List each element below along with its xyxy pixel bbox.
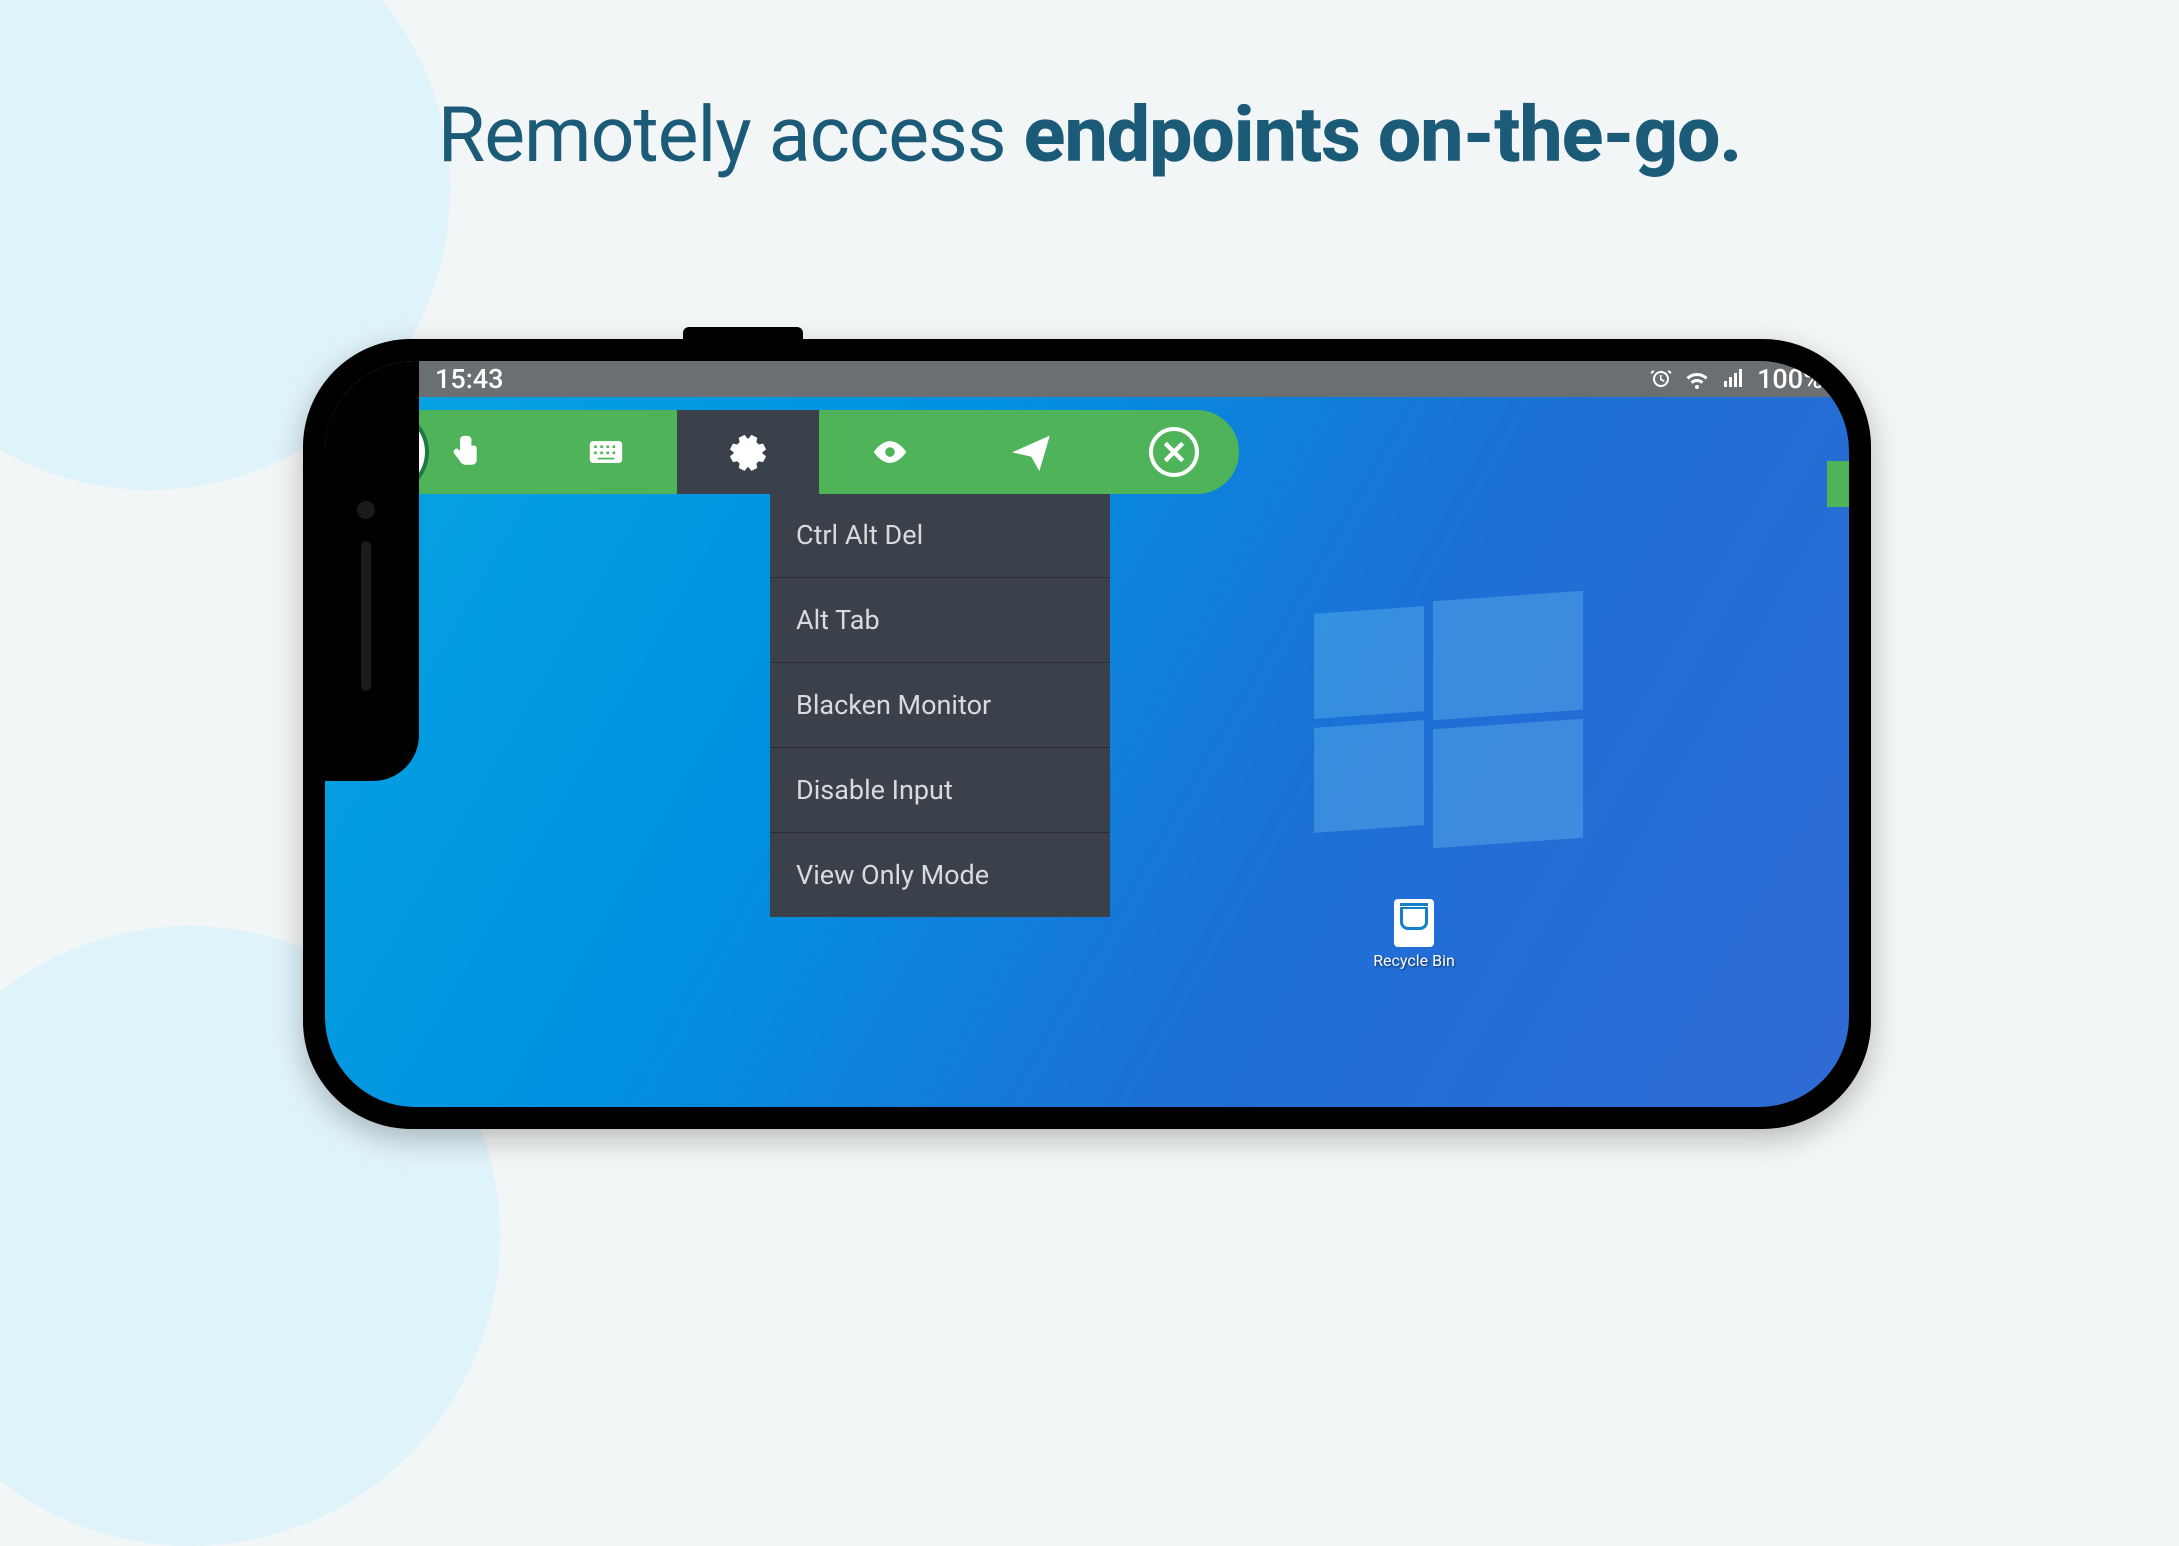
menu-blacken-monitor[interactable]: Blacken Monitor	[770, 662, 1110, 747]
remote-toolbar	[343, 409, 1239, 495]
wifi-icon	[1685, 367, 1709, 391]
gear-icon	[727, 431, 769, 473]
recycle-bin-icon	[1394, 899, 1434, 947]
headline-bold: endpoints on-the-go.	[1024, 90, 1742, 180]
settings-dropdown: Ctrl Alt Del Alt Tab Blacken Monitor Dis…	[770, 493, 1110, 917]
status-right: 100%	[1649, 363, 1823, 395]
toolbar-strip	[385, 410, 1239, 494]
android-status-bar: 15:43 100%	[325, 361, 1849, 397]
menu-disable-input[interactable]: Disable Input	[770, 747, 1110, 832]
notch-camera	[357, 501, 375, 519]
toolbar-view-button[interactable]	[819, 410, 961, 494]
menu-alt-tab[interactable]: Alt Tab	[770, 577, 1110, 662]
menu-view-only-mode[interactable]: View Only Mode	[770, 832, 1110, 917]
toolbar-close-button[interactable]	[1149, 427, 1199, 477]
phone-frame: 15:43 100%	[303, 339, 1871, 1129]
toolbar-send-button[interactable]	[961, 410, 1103, 494]
signal-icon	[1721, 367, 1745, 391]
phone-notch	[325, 361, 419, 781]
recycle-bin[interactable]: Recycle Bin	[1369, 899, 1459, 970]
toolbar-settings-button[interactable]	[677, 410, 819, 494]
status-battery: 100%	[1757, 363, 1823, 395]
keyboard-icon	[585, 431, 627, 473]
recycle-bin-label: Recycle Bin	[1369, 951, 1459, 970]
edge-user-tab[interactable]	[1827, 461, 1849, 507]
phone-body: 15:43 100%	[303, 339, 1871, 1129]
status-time: 15:43	[435, 363, 504, 395]
toolbar-keyboard-button[interactable]	[535, 410, 677, 494]
headline-prefix: Remotely access	[438, 90, 1024, 180]
menu-ctrl-alt-del[interactable]: Ctrl Alt Del	[770, 493, 1110, 577]
headline: Remotely access endpoints on-the-go.	[0, 90, 2179, 180]
touch-icon	[443, 431, 485, 473]
alarm-icon	[1649, 367, 1673, 391]
send-icon	[1011, 431, 1053, 473]
phone-screen: 15:43 100%	[325, 361, 1849, 1107]
close-icon	[1161, 439, 1187, 465]
phone-power-button	[683, 327, 803, 339]
notch-speaker	[361, 541, 371, 691]
eye-icon	[869, 431, 911, 473]
